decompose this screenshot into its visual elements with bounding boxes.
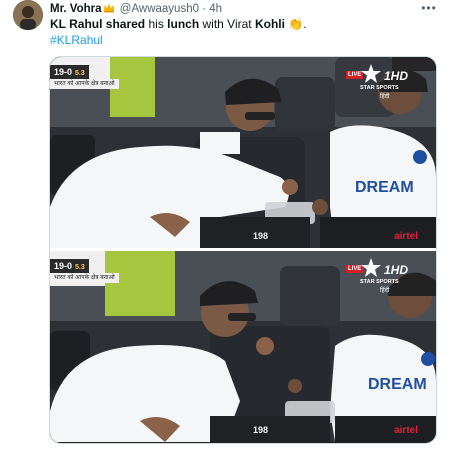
header-separator: · (202, 3, 207, 15)
media-frame-2[interactable]: DREAM 19-0 5.3 भारत को आपके क्षेत्र बनाओ … (50, 251, 436, 442)
network-label-2: STAR SPORTS (360, 279, 399, 285)
author-name[interactable]: Mr. Vohra (50, 3, 102, 15)
more-options-icon[interactable]: ••• (419, 0, 439, 16)
tweet-media[interactable]: DREAM 19-0 5.3 भारत को आपके क्षेत्र बनाओ … (49, 56, 437, 444)
sponsor-2: airtel (394, 425, 418, 436)
avatar[interactable] (13, 0, 43, 30)
tweet-timestamp[interactable]: 4h (209, 3, 222, 15)
over-value-1: 5.3 (75, 70, 85, 77)
verified-crown-icon (103, 2, 115, 17)
text-bold-2: lunch (167, 17, 200, 31)
seat-number-1: 198 (253, 231, 269, 241)
ticker-2: भारत को आपके क्षेत्र बनाओ (50, 273, 119, 283)
scoreboard-1: 19-0 5.3 (50, 65, 89, 79)
over-value-2: 5.3 (75, 264, 85, 271)
tweet-text: KL Rahul shared his lunch with Virat Koh… (50, 17, 430, 32)
broadcaster-logo-1: LIVE 1HD STAR SPORTS हिंदी (346, 61, 416, 100)
jersey-text-2: DREAM (368, 376, 427, 393)
broadcaster-logo-2: LIVE 1HD STAR SPORTS हिंदी (346, 255, 416, 294)
sponsor-1: airtel (394, 231, 418, 242)
clap-emoji: 👏 (284, 17, 304, 31)
text-plain-3: . (303, 17, 307, 31)
jersey-text-1: DREAM (355, 179, 414, 196)
star-logo-icon (361, 258, 381, 277)
channel-label-2: 1HD (384, 263, 409, 277)
tweet-header: Mr. Vohra @Awwaayush0 · 4h (50, 2, 222, 16)
score-value-1: 19-0 (54, 67, 73, 77)
language-label-1: हिंदी (380, 94, 390, 100)
channel-label-1: 1HD (384, 69, 409, 83)
tweet-card: Mr. Vohra @Awwaayush0 · 4h ••• KL Rahul … (0, 0, 451, 453)
scoreboard-2: 19-0 5.3 (50, 259, 89, 273)
language-label-2: हिंदी (380, 288, 390, 294)
ticker-1: भारत को आपके क्षेत्र बनाओ (50, 79, 119, 89)
text-plain-1: his (145, 17, 168, 31)
star-logo-icon (361, 64, 381, 83)
network-label-1: STAR SPORTS (360, 85, 399, 91)
seat-number-2: 198 (253, 425, 269, 435)
score-value-2: 19-0 (54, 261, 73, 271)
author-handle[interactable]: @Awwaayush0 (120, 3, 199, 15)
media-frame-1[interactable]: DREAM 19-0 5.3 भारत को आपके क्षेत्र बनाओ … (50, 57, 436, 248)
text-plain-2: with Virat (199, 17, 255, 31)
text-bold-1: KL Rahul shared (50, 17, 146, 31)
text-bold-3: Kohli (254, 17, 285, 31)
hashtag-link[interactable]: #KLRahul (50, 33, 103, 48)
